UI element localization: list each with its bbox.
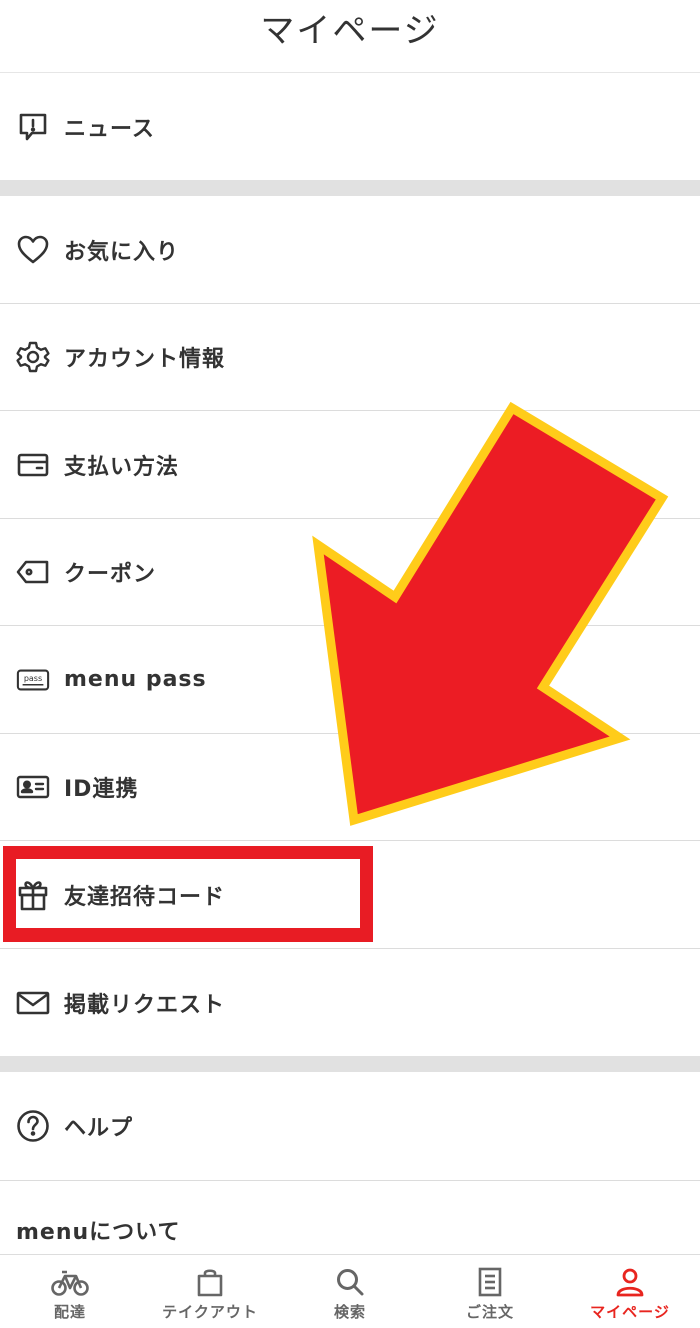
tag-icon (16, 555, 50, 589)
menu-item-payment[interactable]: 支払い方法 (0, 411, 700, 519)
menu-item-menu-pass[interactable]: pass menu pass (0, 626, 700, 734)
menu-label-menu-pass: menu pass (64, 667, 207, 692)
svg-text:pass: pass (24, 673, 42, 682)
menu-item-news[interactable]: ニュース (0, 73, 700, 180)
menu-item-listing-request[interactable]: 掲載リクエスト (0, 949, 700, 1056)
tab-label-takeout: テイクアウト (162, 1303, 258, 1321)
tab-mypage[interactable]: マイページ (560, 1255, 700, 1328)
highlight-box (3, 846, 373, 942)
heart-icon (16, 233, 50, 267)
tab-label-delivery: 配達 (53, 1303, 86, 1321)
menu-label-help: ヘルプ (64, 1116, 134, 1141)
menu-label-listing-request: 掲載リクエスト (64, 992, 226, 1018)
bottom-tab-bar: 配達 テイクアウト 検索 ご注文 マイページ (0, 1254, 700, 1328)
search-icon (337, 1269, 364, 1296)
tab-label-search: 検索 (333, 1303, 366, 1321)
user-icon (616, 1268, 644, 1297)
menu-label-about: menuについて (16, 1220, 181, 1245)
section-divider (0, 1056, 700, 1072)
menu-label-payment: 支払い方法 (64, 454, 180, 480)
id-card-icon (16, 770, 50, 804)
receipt-icon (478, 1267, 502, 1297)
menu-item-about[interactable]: menuについて (0, 1181, 700, 1254)
header: マイページ (0, 0, 700, 73)
section-divider (0, 180, 700, 196)
news-alert-icon (16, 110, 50, 144)
tab-delivery[interactable]: 配達 (0, 1255, 140, 1328)
menu-item-help[interactable]: ヘルプ (0, 1072, 700, 1181)
page-title: マイページ (260, 10, 440, 51)
shopping-bag-icon (197, 1269, 223, 1297)
tab-takeout[interactable]: テイクアウト (140, 1255, 280, 1328)
menu-item-favorites[interactable]: お気に入り (0, 196, 700, 304)
tab-label-mypage: マイページ (590, 1303, 670, 1321)
menu-item-id-link[interactable]: ID連携 (0, 734, 700, 841)
mail-icon (16, 986, 50, 1020)
tab-orders[interactable]: ご注文 (420, 1255, 560, 1328)
gear-icon (16, 340, 50, 374)
menu-item-account[interactable]: アカウント情報 (0, 304, 700, 411)
menu-label-news: ニュース (64, 116, 155, 142)
tab-label-orders: ご注文 (465, 1303, 514, 1321)
help-icon (16, 1109, 50, 1143)
bicycle-icon (51, 1270, 89, 1296)
pass-card-icon: pass (16, 663, 50, 697)
menu-label-account: アカウント情報 (64, 347, 226, 372)
menu-label-favorites: お気に入り (64, 239, 180, 265)
tab-search[interactable]: 検索 (280, 1255, 420, 1328)
wallet-icon (16, 448, 50, 482)
menu-label-id-link: ID連携 (64, 777, 139, 802)
menu-item-coupon[interactable]: クーポン (0, 519, 700, 626)
menu-label-coupon: クーポン (64, 562, 157, 587)
